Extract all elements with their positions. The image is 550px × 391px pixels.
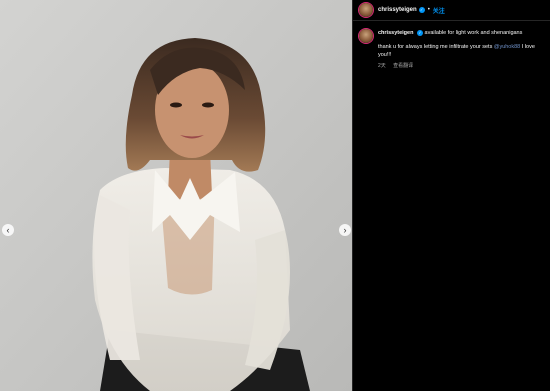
post-photo[interactable]: ‹ › <box>0 0 352 391</box>
avatar[interactable] <box>359 3 373 17</box>
caption-header: chrissyteigen ✓ available for light work… <box>378 29 544 37</box>
post-viewer: ‹ › chrissyteigen ✓ • 关注 chrissyteigen ✓… <box>0 0 550 391</box>
next-image-button[interactable]: › <box>339 224 351 236</box>
caption-username-link[interactable]: chrissyteigen <box>378 30 413 36</box>
caption-text: thank u for always letting me infiltrate… <box>378 43 544 59</box>
caption-avatar[interactable] <box>359 29 373 43</box>
verified-badge-icon: ✓ <box>418 7 425 13</box>
see-translation-link[interactable]: 查看翻译 <box>393 63 413 69</box>
caption-body: chrissyteigen ✓ available for light work… <box>378 29 544 69</box>
post-username-link[interactable]: chrissyteigen <box>378 7 417 13</box>
post-time: 2天 <box>378 63 386 69</box>
portrait-image <box>0 0 352 391</box>
caption-bio: available for light work and shenanigans <box>424 30 523 36</box>
follow-button[interactable]: 关注 <box>433 6 445 15</box>
caption-text-part1: thank u for always letting me infiltrate… <box>378 44 494 50</box>
caption: chrissyteigen ✓ available for light work… <box>353 21 550 69</box>
separator-dot: • <box>427 7 430 13</box>
caption-meta: 2天 查看翻译 <box>378 62 544 69</box>
mention-link[interactable]: @yuhok88 <box>494 44 520 50</box>
previous-image-button[interactable]: ‹ <box>2 224 14 236</box>
caption-verified-badge-icon: ✓ <box>417 29 423 36</box>
post-header: chrissyteigen ✓ • 关注 <box>353 0 550 21</box>
post-sidebar: chrissyteigen ✓ • 关注 chrissyteigen ✓ ava… <box>352 0 550 391</box>
